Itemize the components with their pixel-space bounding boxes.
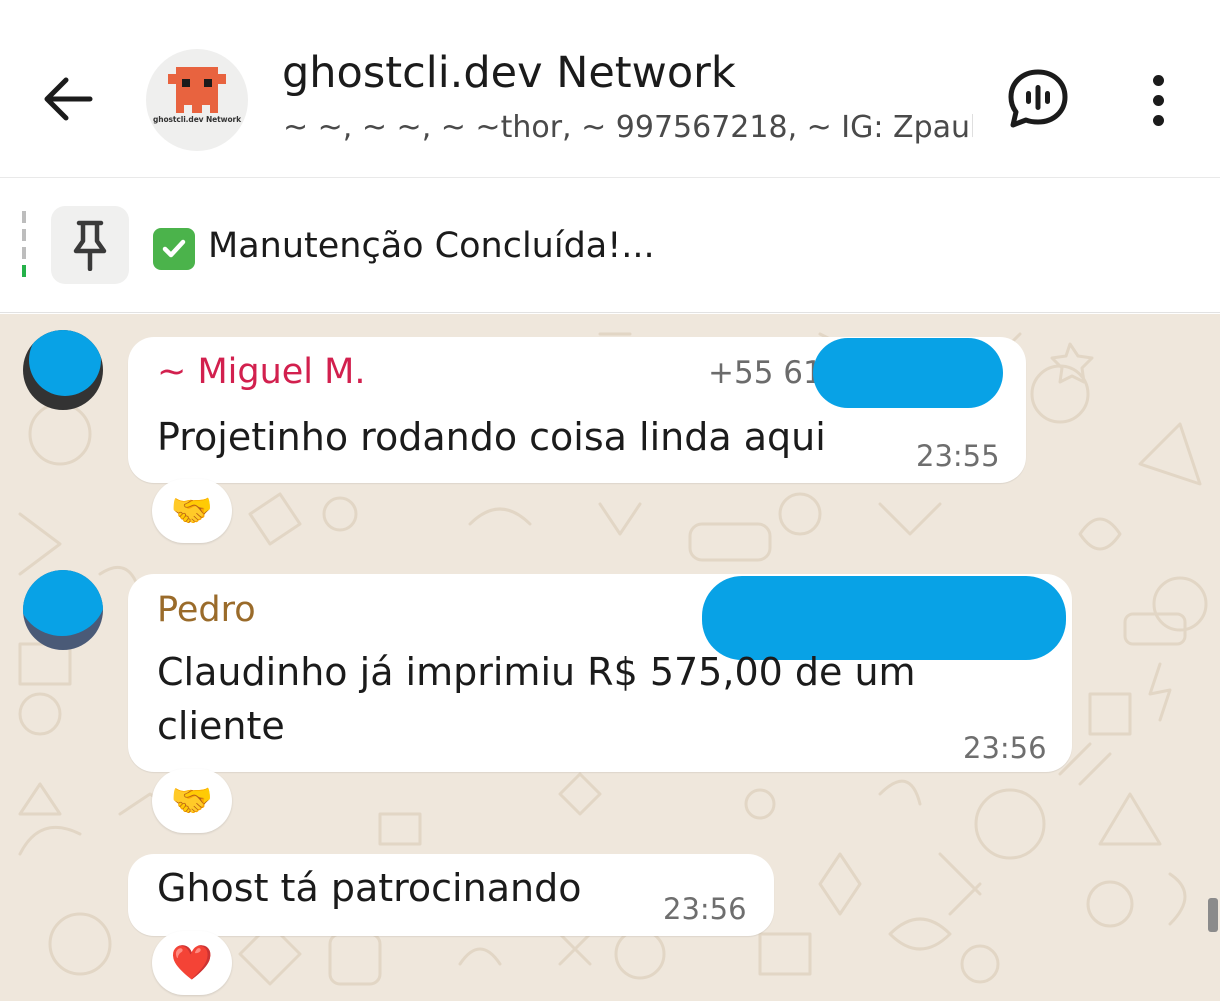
more-dot: [1152, 94, 1164, 106]
scrollbar-thumb[interactable]: [1208, 898, 1218, 932]
ghost-logo-icon: [168, 67, 226, 113]
sender-name[interactable]: Pedro: [157, 590, 256, 630]
pinned-indicator: [22, 211, 26, 277]
chat-area[interactable]: ~ Miguel M. +55 61 Projetinho rodando co…: [0, 314, 1220, 1001]
sender-name[interactable]: ~ Miguel M.: [157, 352, 365, 392]
back-button[interactable]: [38, 72, 98, 126]
message-reaction[interactable]: 🤝: [152, 479, 232, 543]
pinned-message-text[interactable]: Manutenção Concluída!...: [208, 226, 655, 266]
group-avatar-label: ghostcli.dev Network: [152, 115, 242, 124]
message-reaction[interactable]: 🤝: [152, 769, 232, 833]
message-time: 23:55: [916, 439, 1000, 473]
check-mark-icon: [153, 228, 195, 270]
group-members[interactable]: ~ ~, ~ ~, ~ ~thor, ~ 997567218, ~ IG: Zp…: [283, 110, 973, 145]
voice-chat-icon: [1008, 69, 1068, 128]
group-title[interactable]: ghostcli.dev Network: [282, 48, 736, 98]
message-text: Ghost tá patrocinando: [157, 866, 582, 910]
voice-chat-button[interactable]: [1002, 66, 1074, 132]
pin-icon: [73, 220, 107, 271]
sender-phone: +55 61: [708, 355, 823, 391]
more-options-button[interactable]: [1132, 70, 1184, 130]
message-reaction[interactable]: ❤️: [152, 931, 232, 995]
chat-header: ghostcli.dev Network ghostcli.dev Networ…: [0, 0, 1220, 178]
message-text: Claudinho já imprimiu R$ 575,00 de um cl…: [157, 650, 916, 748]
more-vertical-icon: [1152, 74, 1164, 86]
sender-avatar[interactable]: [23, 570, 103, 650]
pin-button[interactable]: [51, 206, 129, 284]
redaction-mark: [813, 338, 1003, 408]
message-time: 23:56: [963, 731, 1047, 765]
back-arrow-icon: [44, 77, 93, 121]
more-dot: [1152, 114, 1164, 126]
message-text: Projetinho rodando coisa linda aqui: [157, 415, 826, 459]
message-time: 23:56: [663, 892, 747, 926]
group-avatar[interactable]: ghostcli.dev Network: [146, 49, 248, 151]
sender-avatar[interactable]: [23, 330, 103, 410]
